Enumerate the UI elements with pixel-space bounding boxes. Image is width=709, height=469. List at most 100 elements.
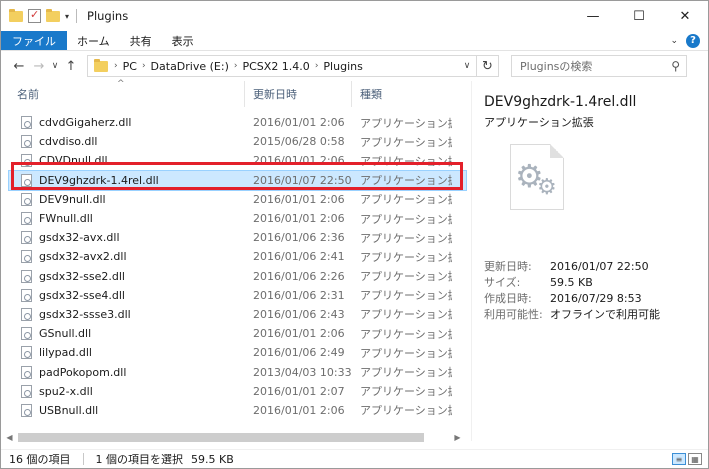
property-value: 2016/07/29 8:53 bbox=[550, 291, 642, 305]
file-name-cell[interactable]: gsdx32-ssse3.dll bbox=[9, 307, 245, 321]
dll-file-icon bbox=[21, 403, 32, 417]
table-row[interactable]: DEV9ghzdrk-1.4rel.dll 2016/01/07 22:50 アプリ… bbox=[8, 169, 467, 191]
close-button[interactable]: ✕ bbox=[662, 1, 708, 31]
file-name-cell[interactable]: gsdx32-sse4.dll bbox=[9, 288, 245, 302]
back-arrow-icon[interactable]: ← bbox=[9, 59, 29, 74]
file-name: FWnull.dll bbox=[39, 212, 93, 226]
column-header-type[interactable]: 種類 bbox=[352, 81, 452, 107]
scroll-left-icon[interactable]: ◀ bbox=[1, 433, 18, 442]
table-row[interactable]: gsdx32-ssse3.dll 2016/01/06 2:43 アプリケーション拡… bbox=[9, 305, 466, 324]
address-dropdown-icon[interactable]: ∨ bbox=[458, 61, 476, 71]
scrollbar-track[interactable] bbox=[18, 429, 449, 446]
details-view-icon[interactable]: ≡ bbox=[672, 453, 686, 465]
horizontal-scrollbar[interactable]: ◀ ▶ bbox=[1, 429, 466, 446]
property-row: 作成日時: 2016/07/29 8:53 bbox=[484, 290, 708, 306]
file-date: 2016/01/06 2:31 bbox=[253, 288, 345, 302]
tab-file[interactable]: ファイル bbox=[1, 31, 67, 50]
column-header-name[interactable]: 名前 bbox=[9, 81, 245, 107]
file-name-cell[interactable]: cdvdiso.dll bbox=[9, 135, 245, 149]
dll-file-icon bbox=[21, 346, 32, 360]
dll-file-icon bbox=[21, 192, 32, 206]
table-row[interactable]: CDVDnull.dll 2016/01/01 2:06 アプリケーション拡張 bbox=[9, 151, 466, 170]
file-date: 2016/01/06 2:41 bbox=[253, 250, 345, 264]
table-row[interactable]: cdvdGigaherz.dll 2016/01/01 2:06 アプリケーション拡… bbox=[9, 113, 466, 132]
forward-arrow-icon[interactable]: → bbox=[29, 59, 49, 74]
file-name-cell[interactable]: DEV9ghzdrk-1.4rel.dll bbox=[9, 173, 245, 187]
breadcrumb-pcsx2[interactable]: PCSX2 1.4.0 bbox=[237, 60, 314, 73]
file-name-cell[interactable]: spu2-x.dll bbox=[9, 384, 245, 398]
breadcrumb-datadrive[interactable]: DataDrive (E:) bbox=[146, 60, 234, 73]
file-name-cell[interactable]: GSnull.dll bbox=[9, 327, 245, 341]
table-row[interactable]: spu2-x.dll 2016/01/01 2:07 アプリケーション拡張 bbox=[9, 382, 466, 401]
folder-icon[interactable] bbox=[9, 8, 23, 22]
file-name: gsdx32-avx.dll bbox=[39, 231, 120, 245]
table-row[interactable]: GSnull.dll 2016/01/01 2:06 アプリケーション拡張 bbox=[9, 324, 466, 343]
file-name-cell[interactable]: gsdx32-avx.dll bbox=[9, 231, 245, 245]
new-folder-icon[interactable] bbox=[46, 8, 60, 22]
file-date: 2016/01/01 2:07 bbox=[253, 384, 345, 398]
expand-ribbon-icon[interactable]: ⌄ bbox=[670, 36, 678, 46]
dll-file-icon bbox=[21, 173, 32, 187]
tab-view[interactable]: 表示 bbox=[162, 31, 204, 50]
dll-file-icon bbox=[21, 250, 32, 264]
file-type: アプリケーション拡張 bbox=[360, 270, 452, 284]
minimize-button[interactable]: — bbox=[570, 1, 616, 31]
file-name-cell[interactable]: FWnull.dll bbox=[9, 212, 245, 226]
table-row[interactable]: lilypad.dll 2016/01/06 2:49 アプリケーション拡張 bbox=[9, 343, 466, 362]
table-row[interactable]: gsdx32-sse4.dll 2016/01/06 2:31 アプリケーション拡張 bbox=[9, 286, 466, 305]
file-name: gsdx32-avx2.dll bbox=[39, 250, 127, 264]
scrollbar-thumb[interactable] bbox=[18, 433, 424, 442]
file-name-cell[interactable]: gsdx32-sse2.dll bbox=[9, 269, 245, 283]
file-name-cell[interactable]: padPokopom.dll bbox=[9, 365, 245, 379]
file-date: 2016/01/01 2:06 bbox=[253, 403, 345, 417]
status-bar: 16 個の項目 1 個の項目を選択 59.5 KB ≡ ▦ bbox=[1, 449, 708, 468]
details-filename: DEV9ghzdrk-1.4rel.dll bbox=[484, 94, 637, 110]
file-name-cell[interactable]: cdvdGigaherz.dll bbox=[9, 116, 245, 130]
file-name-cell[interactable]: USBnull.dll bbox=[9, 403, 245, 417]
file-name: spu2-x.dll bbox=[39, 384, 93, 398]
file-type: アプリケーション拡張 bbox=[360, 135, 452, 149]
table-row[interactable]: gsdx32-avx.dll 2016/01/06 2:36 アプリケーション拡張 bbox=[9, 228, 466, 247]
properties-icon[interactable] bbox=[28, 8, 41, 23]
tab-share[interactable]: 共有 bbox=[120, 31, 162, 50]
help-icon[interactable]: ? bbox=[686, 33, 700, 48]
dll-file-icon bbox=[21, 384, 32, 398]
column-header-date[interactable]: 更新日時 bbox=[245, 81, 352, 107]
up-arrow-icon[interactable]: ↑ bbox=[61, 59, 81, 74]
file-name-cell[interactable]: DEV9null.dll bbox=[9, 192, 245, 206]
sort-ascending-icon: ^ bbox=[117, 79, 125, 89]
file-rows: cdvdGigaherz.dll 2016/01/01 2:06 アプリケーション拡… bbox=[8, 113, 467, 420]
search-input[interactable] bbox=[520, 59, 660, 73]
file-date: 2016/01/06 2:36 bbox=[253, 231, 345, 245]
table-row[interactable]: gsdx32-avx2.dll 2016/01/06 2:41 アプリケーション拡張 bbox=[9, 247, 466, 266]
file-name-cell[interactable]: lilypad.dll bbox=[9, 346, 245, 360]
file-date: 2013/04/03 10:33 bbox=[253, 365, 352, 379]
address-bar[interactable]: › PC › DataDrive (E:) › PCSX2 1.4.0 › Pl… bbox=[87, 55, 477, 77]
property-key: 作成日時: bbox=[484, 292, 532, 305]
breadcrumb-plugins[interactable]: Plugins bbox=[318, 60, 367, 73]
search-icon[interactable]: ⚲ bbox=[671, 59, 680, 73]
table-row[interactable]: padPokopom.dll 2013/04/03 10:33 アプリケーション拡張 bbox=[9, 362, 466, 381]
scroll-right-icon[interactable]: ▶ bbox=[449, 433, 466, 442]
breadcrumb-pc[interactable]: PC bbox=[118, 60, 142, 73]
refresh-icon[interactable]: ↻ bbox=[477, 55, 499, 77]
window-title: Plugins bbox=[87, 9, 129, 23]
table-row[interactable]: FWnull.dll 2016/01/01 2:06 アプリケーション拡張 bbox=[9, 209, 466, 228]
customize-dropdown-icon[interactable]: ▾ bbox=[65, 12, 69, 21]
table-row[interactable]: gsdx32-sse2.dll 2016/01/06 2:26 アプリケーション拡張 bbox=[9, 267, 466, 286]
property-row: 更新日時: 2016/01/07 22:50 bbox=[484, 258, 708, 274]
maximize-button[interactable]: ☐ bbox=[616, 1, 662, 31]
table-row[interactable]: USBnull.dll 2016/01/01 2:06 アプリケーション拡張 bbox=[9, 401, 466, 420]
ribbon-tabs: ファイル ホーム 共有 表示 ⌄ ? bbox=[1, 31, 708, 51]
file-name-cell[interactable]: gsdx32-avx2.dll bbox=[9, 250, 245, 264]
search-box[interactable]: ⚲ bbox=[511, 55, 687, 77]
file-name: gsdx32-ssse3.dll bbox=[39, 307, 131, 321]
file-type: アプリケーション拡張 bbox=[360, 174, 452, 188]
table-row[interactable]: DEV9null.dll 2016/01/01 2:06 アプリケーション拡張 bbox=[9, 190, 466, 209]
file-name-cell[interactable]: CDVDnull.dll bbox=[9, 154, 245, 168]
tab-home[interactable]: ホーム bbox=[67, 31, 120, 50]
file-name: GSnull.dll bbox=[39, 327, 92, 341]
recent-locations-icon[interactable]: ∨ bbox=[49, 61, 61, 71]
large-icons-view-icon[interactable]: ▦ bbox=[688, 453, 702, 465]
table-row[interactable]: cdvdiso.dll 2015/06/28 0:58 アプリケーション拡張 bbox=[9, 132, 466, 151]
